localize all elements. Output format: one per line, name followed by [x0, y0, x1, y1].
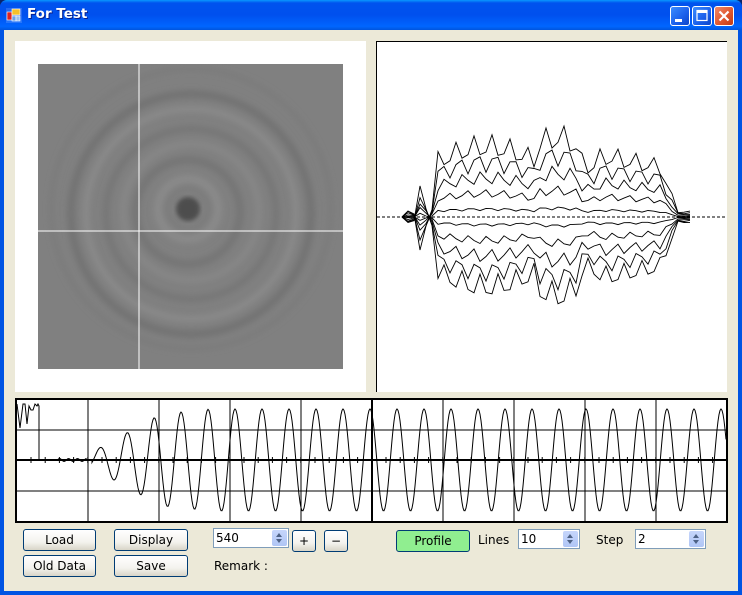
- plus-button[interactable]: +: [292, 530, 316, 552]
- spin-down-icon[interactable]: [693, 540, 699, 544]
- waveform-canvas: [17, 400, 726, 521]
- close-button[interactable]: [714, 6, 734, 26]
- position-spinner[interactable]: [213, 528, 289, 548]
- spin-down-icon[interactable]: [567, 540, 573, 544]
- profile-line: [401, 203, 691, 268]
- profile-line: [401, 206, 690, 221]
- profile-line: [401, 212, 691, 228]
- app-icon: [6, 8, 22, 23]
- minimize-button[interactable]: [670, 6, 690, 26]
- image-panel: [15, 41, 366, 392]
- lines-label: Lines: [478, 533, 510, 547]
- waveform-plot: [15, 398, 728, 523]
- maximize-icon: [696, 9, 708, 22]
- profile-line: [401, 165, 691, 232]
- spin-down-icon[interactable]: [276, 539, 282, 543]
- ring-image-canvas: [38, 64, 343, 369]
- spin-up-icon[interactable]: [693, 534, 699, 538]
- step-label: Step: [596, 533, 624, 547]
- close-icon: [718, 10, 730, 22]
- save-button[interactable]: Save: [114, 555, 188, 577]
- profile-plot-canvas: [377, 124, 727, 305]
- remark-label: Remark :: [214, 559, 268, 573]
- spin-up-icon[interactable]: [567, 534, 573, 538]
- profile-line: [401, 185, 691, 305]
- maximize-button[interactable]: [692, 6, 712, 26]
- profile-line: [401, 185, 691, 226]
- title-bar[interactable]: For Test: [0, 0, 742, 30]
- step-spinner[interactable]: [635, 529, 706, 549]
- position-input[interactable]: [216, 529, 271, 546]
- step-input[interactable]: [638, 530, 688, 547]
- position-spinner-arrows[interactable]: [272, 530, 287, 546]
- profile-button[interactable]: Profile: [396, 530, 470, 552]
- old-data-button[interactable]: Old Data: [23, 555, 96, 577]
- lines-input[interactable]: [521, 530, 563, 547]
- minus-button[interactable]: −: [324, 530, 348, 552]
- app-window: For Test Load Old Data Display Save 540 …: [0, 0, 742, 595]
- lines-spinner[interactable]: [518, 529, 580, 549]
- load-button[interactable]: Load: [23, 529, 96, 551]
- ring-image[interactable]: [38, 64, 343, 369]
- step-spinner-arrows[interactable]: [689, 531, 704, 547]
- minimize-icon: [675, 19, 682, 22]
- profile-plot: [376, 41, 727, 392]
- lines-spinner-arrows[interactable]: [563, 531, 578, 547]
- display-button[interactable]: Display: [114, 529, 188, 551]
- window-title: For Test: [27, 6, 88, 22]
- client-area: Load Old Data Display Save + − Remark : …: [4, 30, 738, 591]
- spin-up-icon[interactable]: [276, 533, 282, 537]
